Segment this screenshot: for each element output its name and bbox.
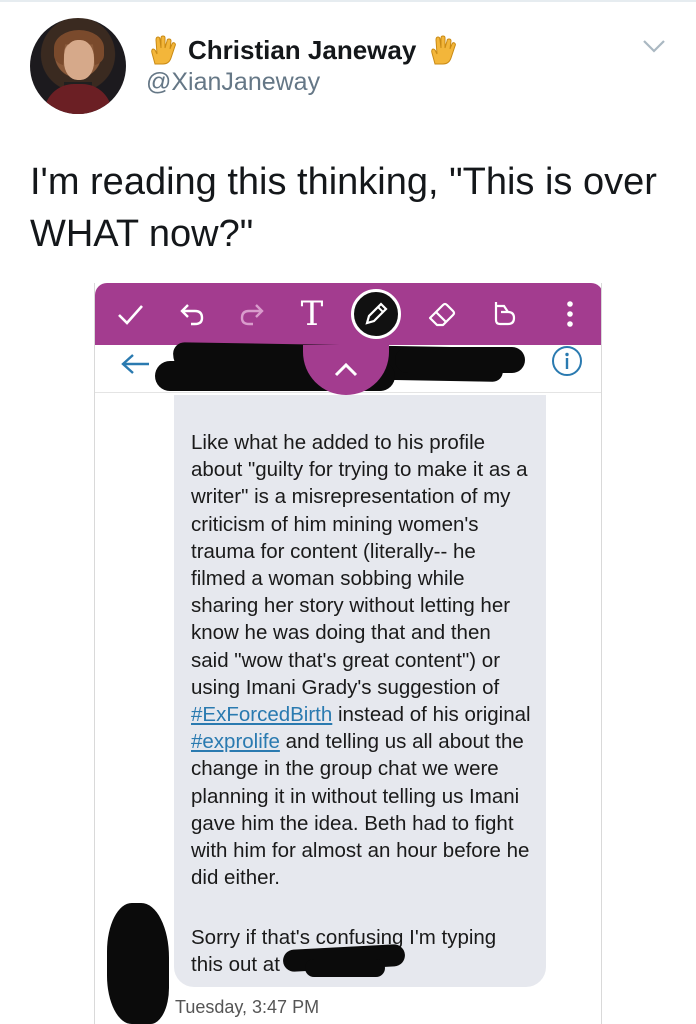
- message-text: Like what he added to his profile about …: [191, 429, 531, 891]
- avatar[interactable]: [30, 18, 126, 114]
- chevron-down-icon[interactable]: [640, 36, 668, 56]
- display-name[interactable]: Christian Janeway: [188, 35, 416, 66]
- tweet-text: I'm reading this thinking, "This is over…: [30, 161, 657, 255]
- vulcan-salute-icon: [431, 35, 457, 65]
- markup-toolbar: T: [95, 283, 601, 345]
- message-timestamp: Tuesday, 3:47 PM: [175, 997, 320, 1017]
- message-part: instead of his original: [332, 703, 531, 727]
- top-divider: [0, 0, 696, 2]
- undo-icon[interactable]: [171, 293, 213, 335]
- redaction-scribble: [305, 959, 385, 977]
- name-row: Christian Janeway: [146, 30, 458, 70]
- message-part: Like what he added to his profile about …: [191, 431, 528, 699]
- crop-icon[interactable]: [483, 293, 525, 335]
- redaction-scribble: [395, 347, 525, 373]
- vulcan-salute-icon: [151, 35, 176, 65]
- back-arrow-icon[interactable]: [119, 351, 153, 377]
- redacted-avatar: [107, 903, 169, 1024]
- redo-icon[interactable]: [231, 293, 273, 335]
- text-tool-button[interactable]: T: [291, 293, 333, 335]
- user-handle[interactable]: @XianJaneway: [146, 68, 320, 97]
- message-part: and telling us all about the change in t…: [191, 730, 530, 890]
- hashtag-link[interactable]: #ExForcedBirth: [191, 703, 332, 726]
- more-icon[interactable]: [549, 293, 591, 335]
- info-icon[interactable]: [551, 345, 583, 377]
- pencil-icon[interactable]: [351, 289, 401, 339]
- hashtag-link[interactable]: #exprolife: [191, 730, 280, 753]
- eraser-icon[interactable]: [421, 293, 463, 335]
- check-icon[interactable]: [109, 293, 151, 335]
- embedded-screenshot: T Like what he added to his profile abou…: [94, 283, 602, 1024]
